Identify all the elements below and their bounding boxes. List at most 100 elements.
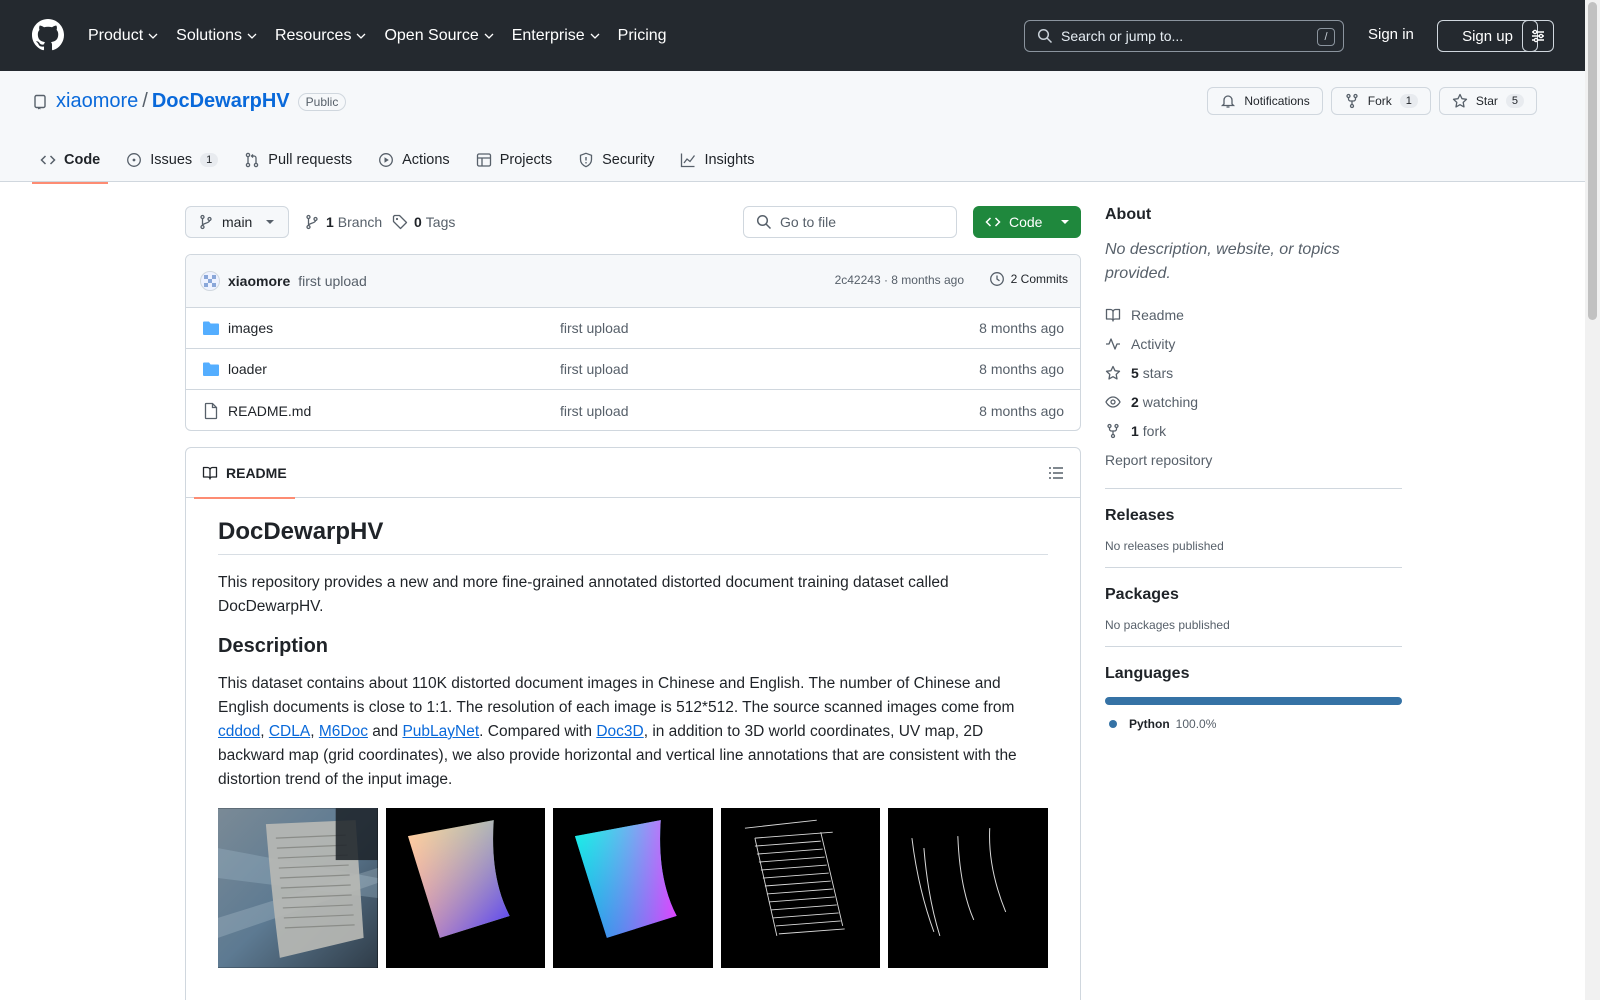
link-doc3d[interactable]: Doc3D — [596, 723, 643, 740]
link-cddod[interactable]: cddod — [218, 723, 260, 740]
page-scrollbar[interactable] — [1585, 0, 1600, 1000]
divider — [1105, 567, 1402, 568]
notifications-button[interactable]: Notifications — [1207, 87, 1323, 115]
releases-heading[interactable]: Releases — [1105, 507, 1402, 525]
branch-bar: main 1 Branch 0 Tags Go to file Code — [185, 206, 1081, 238]
commit-hash-and-time[interactable]: 2c42243 · 8 months ago — [835, 273, 964, 287]
language-bar — [1105, 697, 1402, 705]
tab-projects[interactable]: Projects — [468, 137, 560, 183]
pulse-icon — [1106, 337, 1120, 350]
branch-icon — [306, 214, 318, 230]
folder-icon — [203, 321, 219, 335]
file-name[interactable]: README.md — [228, 403, 311, 419]
tab-code[interactable]: Code — [32, 137, 109, 184]
watchers-link[interactable]: 2 watching — [1105, 387, 1402, 416]
avatar[interactable] — [200, 271, 220, 291]
search-input[interactable]: Search or jump to... / — [1024, 20, 1344, 52]
tags-link[interactable]: 0 Tags — [392, 206, 455, 238]
nav-enterprise[interactable]: Enterprise — [512, 27, 600, 45]
book-icon — [1105, 308, 1121, 322]
nav-product[interactable]: Product — [88, 27, 158, 45]
repo-owner-link[interactable]: xiaomore — [56, 90, 138, 113]
file-time: 8 months ago — [979, 361, 1064, 377]
sample-image-distorted-document[interactable] — [218, 808, 378, 968]
sample-image-uv-map[interactable] — [553, 808, 713, 968]
desc-text: , — [310, 723, 319, 740]
branches-link[interactable]: 1 Branch — [304, 206, 382, 238]
tab-security[interactable]: Security — [570, 137, 662, 183]
scrollbar-thumb[interactable] — [1588, 2, 1597, 320]
sample-image-world-coordinates[interactable] — [385, 808, 546, 968]
go-to-file-input[interactable]: Go to file — [743, 206, 957, 238]
description-heading: Description — [218, 635, 329, 657]
visibility-badge: Public — [297, 92, 347, 111]
file-row-loader[interactable]: loader first upload 8 months ago — [186, 349, 1080, 390]
language-color-dot — [1109, 720, 1117, 728]
code-dropdown-button[interactable]: Code — [973, 206, 1081, 238]
sample-image-vertical-lines[interactable] — [888, 808, 1048, 968]
file-time: 8 months ago — [979, 402, 1064, 419]
tab-issues[interactable]: Issues 1 — [118, 137, 226, 183]
link-publaynet[interactable]: PubLayNet — [402, 723, 479, 740]
sample-image-horizontal-lines[interactable] — [720, 808, 881, 968]
desc-text: and — [367, 723, 403, 740]
search-placeholder: Search or jump to... — [1061, 28, 1184, 44]
commits-link[interactable]: 2 Commits — [989, 271, 1068, 287]
issues-count: 1 — [200, 153, 219, 167]
file-commit-message[interactable]: first upload — [560, 361, 628, 377]
branch-name: main — [222, 214, 253, 230]
list-toc-icon[interactable] — [1048, 465, 1064, 481]
readme-intro: This repository provides a new and more … — [218, 574, 949, 615]
readme-tab[interactable]: README — [194, 448, 295, 499]
divider — [1105, 488, 1402, 489]
commit-author-link[interactable]: xiaomore — [228, 273, 290, 289]
file-commit-message[interactable]: first upload — [560, 320, 628, 336]
notifications-label: Notifications — [1244, 94, 1310, 108]
nav-resources[interactable]: Resources — [275, 27, 366, 45]
nav-open-source-label: Open Source — [384, 26, 479, 44]
desc-text: . Compared with — [479, 723, 597, 740]
nav-solutions[interactable]: Solutions — [176, 27, 257, 45]
link-cdla[interactable]: CDLA — [269, 723, 310, 740]
link-m6doc[interactable]: M6Doc — [319, 723, 368, 740]
file-name[interactable]: loader — [228, 361, 267, 377]
repo-name-link[interactable]: DocDewarpHV — [152, 90, 290, 113]
book-icon — [202, 466, 218, 480]
divider — [1105, 646, 1402, 647]
tag-count-label: Tags — [425, 214, 456, 230]
file-name[interactable]: images — [228, 320, 273, 336]
file-commit-message[interactable]: first upload — [560, 403, 628, 419]
sign-in-link[interactable]: Sign in — [1368, 26, 1414, 43]
readme-tab-label: README — [226, 465, 287, 481]
code-icon — [985, 217, 1001, 227]
stars-link[interactable]: 5 stars — [1105, 358, 1402, 387]
top-navigation: Product Solutions Resources Open Source … — [88, 0, 685, 71]
branch-selector[interactable]: main — [185, 206, 289, 238]
bell-icon — [1221, 95, 1236, 108]
watching-label: watching — [1142, 393, 1199, 410]
file-row-images[interactable]: images first upload 8 months ago — [186, 308, 1080, 349]
file-row-readme[interactable]: README.md first upload 8 months ago — [186, 390, 1080, 430]
tag-count: 0 — [414, 214, 422, 230]
identicon-icon — [204, 275, 216, 287]
star-button[interactable]: Star 5 — [1438, 87, 1537, 115]
tab-insights[interactable]: Insights — [672, 137, 762, 183]
activity-link[interactable]: Activity — [1105, 329, 1402, 358]
nav-pricing[interactable]: Pricing — [618, 27, 667, 45]
readme-link[interactable]: Readme — [1105, 300, 1402, 329]
tab-pull-requests[interactable]: Pull requests — [236, 137, 360, 183]
global-menu-button[interactable] — [1522, 20, 1554, 52]
tab-actions[interactable]: Actions — [370, 137, 458, 183]
github-logo-icon[interactable] — [32, 19, 64, 51]
nav-open-source[interactable]: Open Source — [384, 26, 494, 45]
fork-icon — [1346, 93, 1358, 109]
language-item-python[interactable]: Python 100.0% — [1105, 717, 1402, 731]
packages-heading[interactable]: Packages — [1105, 586, 1402, 604]
fork-button[interactable]: Fork 1 — [1330, 87, 1431, 115]
search-shortcut-hint: / — [1317, 28, 1335, 46]
commit-message-link[interactable]: first upload — [298, 273, 366, 289]
caret-down-icon — [266, 220, 274, 224]
table-icon — [476, 153, 491, 167]
report-repository-link[interactable]: Report repository — [1105, 445, 1402, 474]
forks-link[interactable]: 1 fork — [1105, 416, 1402, 445]
